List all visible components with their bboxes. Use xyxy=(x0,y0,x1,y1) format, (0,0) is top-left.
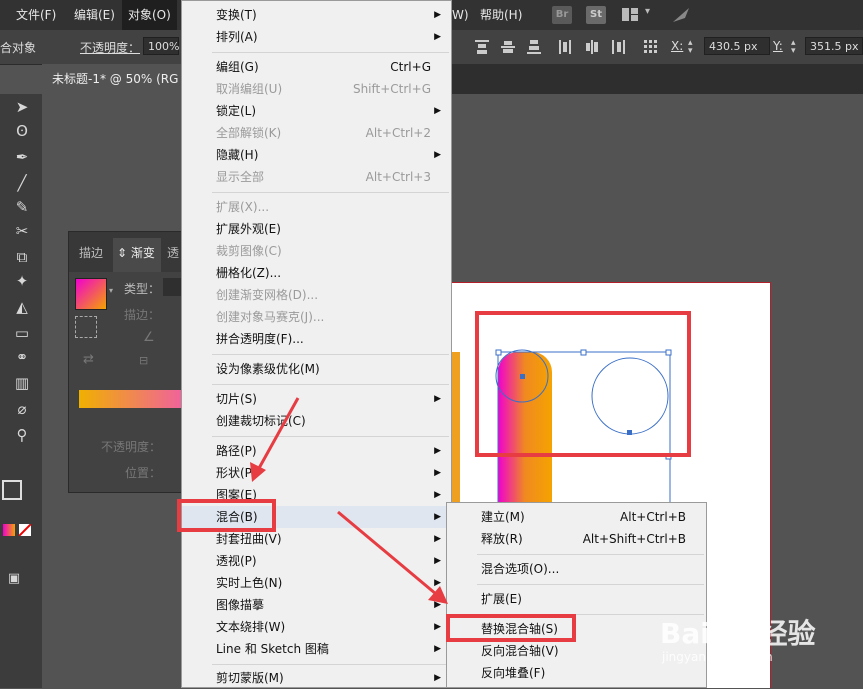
watermark-brand: Baidu 经验 xyxy=(660,617,816,650)
watermark-url: jingyan.baidu.com xyxy=(662,650,773,664)
arrow-to-shape-head xyxy=(250,462,266,482)
annotation-arrows xyxy=(250,397,448,604)
arrow-to-replace-spine xyxy=(337,510,437,596)
arrow-to-shape xyxy=(256,397,300,471)
